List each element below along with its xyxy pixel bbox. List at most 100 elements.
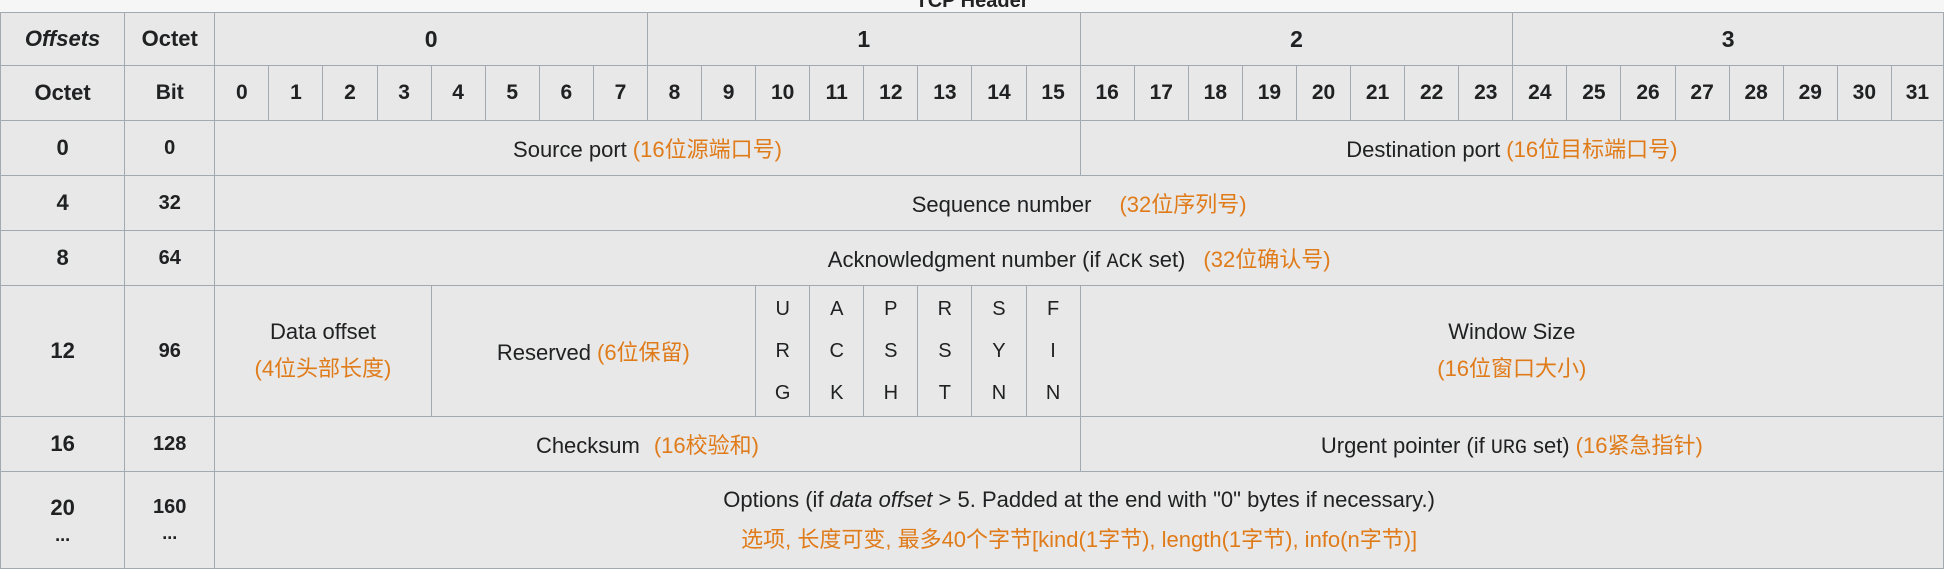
urgent-pointer-field: Urgent pointer (if URG set) (16紧急指针)	[1079, 416, 1944, 472]
bit-number: 14	[971, 65, 1027, 121]
field-cn-label: (16位目标端口号)	[1506, 137, 1678, 162]
flag-letter: G	[774, 382, 791, 404]
bit-number: 10	[755, 65, 811, 121]
bit-offset: 64	[124, 230, 216, 286]
bit-offset: 96	[124, 285, 216, 417]
sequence-number-field: Sequence number (32位序列号)	[214, 175, 1944, 231]
bit-number: 19	[1241, 65, 1297, 121]
bit-value: 160	[153, 496, 187, 518]
bit-number: 9	[701, 65, 757, 121]
octet-column-header: Octet	[124, 12, 216, 66]
flag-letter: R	[937, 298, 953, 320]
field-label: Urgent pointer (if	[1320, 433, 1491, 458]
bit-ellipsis: ...	[162, 523, 178, 543]
bit-offset: 32	[124, 175, 216, 231]
field-label: Data offset	[269, 319, 376, 344]
flag-fin: FIN	[1025, 285, 1081, 417]
byte-1-header: 1	[646, 12, 1081, 66]
field-label: Window Size	[1448, 319, 1576, 344]
bit-row-header: Bit	[124, 65, 216, 121]
field-cn-label: (16位源端口号)	[632, 137, 782, 162]
data-offset-field: Data offset (4位头部长度)	[214, 285, 432, 417]
window-size-field: Window Size (16位窗口大小)	[1079, 285, 1944, 417]
bit-offset: 0	[124, 120, 216, 176]
field-label: Destination port	[1346, 137, 1501, 162]
options-text-suffix: > 5. Padded at the end with "0" bytes if…	[932, 487, 1435, 512]
octet-offset: 8	[0, 230, 126, 286]
bit-number: 5	[484, 65, 540, 121]
field-cn-label: (16位窗口大小)	[1437, 356, 1587, 381]
flag-letter: F	[1046, 298, 1060, 320]
flag-letter: R	[775, 340, 790, 362]
bit-number: 8	[646, 65, 703, 121]
bit-number: 13	[917, 65, 973, 121]
flag-letter: Y	[992, 340, 1006, 362]
bit-number: 26	[1620, 65, 1676, 121]
flag-letter: K	[830, 382, 844, 404]
bit-number: 2	[322, 65, 378, 121]
flag-letter: S	[938, 340, 952, 362]
flag-psh: PSH	[863, 285, 919, 417]
field-label: Sequence number	[911, 192, 1092, 217]
tcp-header-table: Offsets Octet 0 1 2 3 Octet Bit 0 1 2 3 …	[0, 12, 1944, 569]
options-field: Options (if data offset > 5. Padded at t…	[214, 471, 1944, 569]
field-cn-label: (16校验和)	[653, 433, 759, 458]
octet-offset: 0	[0, 120, 126, 176]
bit-number: 7	[592, 65, 648, 121]
word-row-16: 16 128 Checksum (16校验和) Urgent pointer (i…	[0, 416, 1944, 472]
bit-number: 15	[1025, 65, 1081, 121]
bit-number: 0	[214, 65, 270, 121]
bit-number: 4	[430, 65, 486, 121]
bit-header-row: Octet Bit 0 1 2 3 4 5 6 7 8 9 10 11 12 1…	[0, 65, 1944, 121]
reserved-field: Reserved (6位保留)	[430, 285, 757, 417]
bit-number: 31	[1890, 65, 1944, 121]
flag-letter: N	[991, 382, 1007, 404]
octet-offset: 4	[0, 175, 126, 231]
bit-number: 11	[809, 65, 865, 121]
octet-ellipsis: ...	[55, 524, 71, 545]
octet-value: 20	[50, 494, 75, 520]
bit-number: 30	[1836, 65, 1892, 121]
word-row-20: 20 ... 160 ... Options (if data offset >…	[0, 471, 1944, 569]
ack-code: ACK	[1106, 251, 1143, 274]
options-text: Options (if	[723, 487, 830, 512]
flag-ack: ACK	[809, 285, 865, 417]
flag-letter: T	[938, 382, 951, 404]
field-cn-label: (16紧急指针)	[1575, 433, 1703, 458]
word-row-4: 4 32 Sequence number (32位序列号)	[0, 175, 1944, 231]
word-row-12: 12 96 Data offset (4位头部长度) Reserved (6位保留…	[0, 285, 1944, 417]
octet-row-header: Octet	[0, 65, 126, 121]
flag-syn: SYN	[971, 285, 1027, 417]
bit-offset: 160 ...	[124, 471, 216, 569]
source-port-field: Source port (16位源端口号)	[214, 120, 1081, 176]
bit-number: 20	[1295, 65, 1352, 121]
flag-urg: URG	[755, 285, 811, 417]
bit-number: 21	[1350, 65, 1406, 121]
flag-letter: N	[1045, 382, 1061, 404]
flag-letter: I	[1050, 340, 1056, 362]
bit-number: 27	[1674, 65, 1730, 121]
flag-letter: S	[884, 340, 898, 362]
flag-letter: P	[884, 298, 898, 320]
bit-number: 25	[1566, 65, 1622, 121]
destination-port-field: Destination port (16位目标端口号)	[1079, 120, 1944, 176]
octet-offset: 20 ...	[0, 471, 126, 569]
bit-number: 3	[376, 65, 432, 121]
field-cn-label: (32位序列号)	[1119, 192, 1247, 217]
bit-number: 22	[1404, 65, 1460, 121]
bit-number: 17	[1133, 65, 1189, 121]
byte-3-header: 3	[1512, 12, 1944, 66]
word-row-8: 8 64 Acknowledgment number (if ACK set) (…	[0, 230, 1944, 286]
field-label: Checksum	[535, 433, 640, 458]
byte-header-row: Offsets Octet 0 1 2 3	[0, 12, 1944, 66]
field-label-suffix: set)	[1526, 433, 1570, 458]
bit-number: 28	[1728, 65, 1784, 121]
flag-letter: H	[883, 382, 899, 404]
options-cn-label: 选项, 长度可变, 最多40个字节[kind(1字节), length(1字节)…	[741, 527, 1418, 552]
field-label: Source port	[513, 137, 627, 162]
bit-number: 18	[1187, 65, 1243, 121]
flag-rst: RST	[917, 285, 973, 417]
field-label: Acknowledgment number (if	[827, 247, 1107, 272]
bit-offset: 128	[124, 416, 216, 472]
options-italic: data offset	[829, 487, 933, 512]
